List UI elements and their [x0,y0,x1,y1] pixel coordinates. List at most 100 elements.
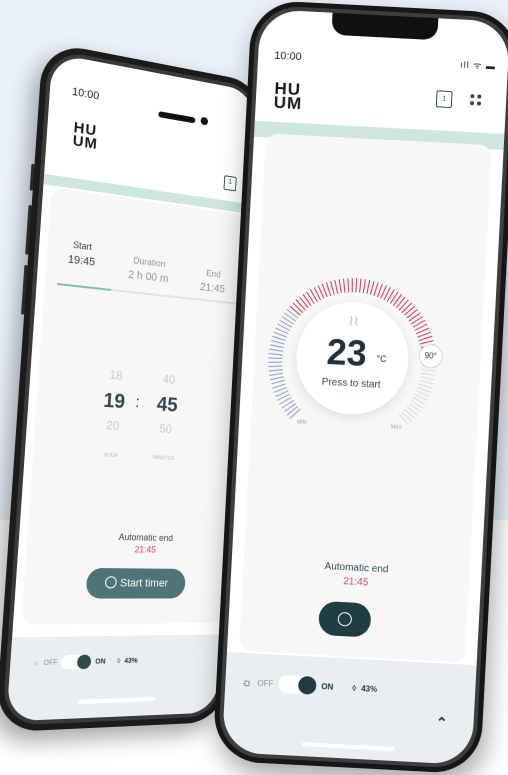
dial-tick [269,353,283,354]
dial-tick [404,306,414,316]
dial-tick [360,279,361,293]
dial-tick [411,316,423,325]
home-indicator[interactable] [302,742,394,751]
dial-tick [268,358,282,359]
notch [331,13,438,41]
hour-prev: 18 [96,367,136,392]
min-label: MIN [297,419,306,425]
bottom-panel: ☼ OFF ON ◊ 43% ⌃ [222,652,477,765]
dial-tick [402,302,412,313]
clock-icon [337,612,352,627]
status-time: 10:00 [72,86,100,103]
dial-tick [422,370,436,371]
dial-tick [338,279,342,293]
dial-tick [282,400,294,409]
dial-tick [343,279,346,293]
dial-tick [393,294,401,306]
minute-current: 45 [147,393,186,423]
droplet-icon: ◊ [352,683,356,692]
dial-tick [306,292,315,304]
dial-tick [287,309,299,318]
dial-tick [289,306,300,315]
tab-start[interactable]: Start 19:45 [56,238,107,270]
sun-icon: ☼ [33,659,40,666]
light-off-label: OFF [257,678,273,688]
humidity-value: 43% [124,657,138,664]
dial-tick [409,312,420,321]
tab-end[interactable]: End 21:45 [190,266,237,296]
dial-tick [274,332,288,337]
dial-tick [271,380,285,385]
hour-next: 20 [92,417,132,441]
camera-dot [200,117,208,126]
dial-tick [352,278,353,292]
dial-tick [409,403,421,411]
bottom-controls: ☼ OFF ON ◊ 43% [32,654,138,671]
dial-tick [334,280,338,294]
dial-tick [421,377,435,380]
status-icons: ıll ᯤ ▬ [460,58,496,73]
dial-tick [284,313,296,321]
dial-tick [272,336,286,340]
dial-tick [284,403,295,412]
front-phone-screen: 10:00 ıll ᯤ ▬ HU UM 1 ≀≀ 23 °C Press to … [222,9,508,765]
minute-wheel[interactable]: 40 45 50 MINUTES [145,371,188,462]
start-timer-button[interactable]: Start timer [85,568,186,599]
calendar-icon[interactable]: 1 [436,90,453,108]
dial-tick [269,372,283,376]
hour-wheel[interactable]: 18 19 20 HOUR [91,367,136,460]
mute-switch [30,164,35,191]
status-time: 10:00 [274,50,302,63]
dial-tick [399,299,408,310]
dial-tick [302,294,311,305]
dial-tick [421,373,435,375]
steam-icon: ≀≀ [348,312,359,330]
dial-tick [419,384,433,388]
huum-logo: HU UM [72,121,99,151]
light-off-label: OFF [43,659,58,667]
chevron-up-icon[interactable]: ⌃ [435,714,448,732]
calendar-icon[interactable]: 1 [223,175,236,191]
start-timer-label: Start timer [120,577,169,589]
dial-tick [271,341,285,345]
light-toggle-knob [77,655,92,670]
droplet-icon: ◊ [117,658,121,665]
front-phone: 10:00 ıll ᯤ ▬ HU UM 1 ≀≀ 23 °C Press to … [212,0,508,774]
dial-tick [367,280,370,294]
dial-tick [290,409,300,419]
dial-tick [268,362,282,363]
temperature-dial[interactable]: ≀≀ 23 °C Press to start 90° MIN MAX [258,268,447,457]
dial-tick [292,303,303,313]
clock-icon [104,576,116,588]
dial-tick [287,406,298,416]
bottom-panel: ☼ OFF ON ◊ 43% [6,634,221,721]
temperature-value: 23 [326,331,368,375]
menu-dots-icon[interactable] [470,94,483,107]
logo-line-bottom: UM [273,96,302,111]
automatic-end: Automatic end 21:45 [118,532,174,555]
dial-tick [356,278,357,292]
dial-tick [404,409,415,418]
dial-tick [296,300,306,310]
dial-tick [406,406,418,415]
huum-logo: HU UM [273,82,303,111]
dial-tick [269,349,283,351]
dial-tick [396,297,405,309]
automatic-end-label: Automatic end [118,532,173,543]
dial-tick [269,369,283,372]
light-on-label: ON [321,682,333,692]
light-toggle[interactable] [278,675,317,695]
dial-tick [377,284,382,298]
home-indicator[interactable] [78,697,155,704]
timer-button[interactable] [318,601,372,638]
dial-tick [363,279,365,293]
light-toggle[interactable] [61,655,92,670]
speaker-notch [158,111,195,123]
light-on-label: ON [95,658,106,665]
bottom-controls: ☼ OFF ON ◊ 43% [241,673,378,698]
minute-next: 50 [146,421,185,445]
hour-current: 19 [94,389,134,420]
sun-icon: ☼ [241,675,253,690]
temperature-unit: °C [376,354,387,365]
dial-tick [420,380,434,384]
